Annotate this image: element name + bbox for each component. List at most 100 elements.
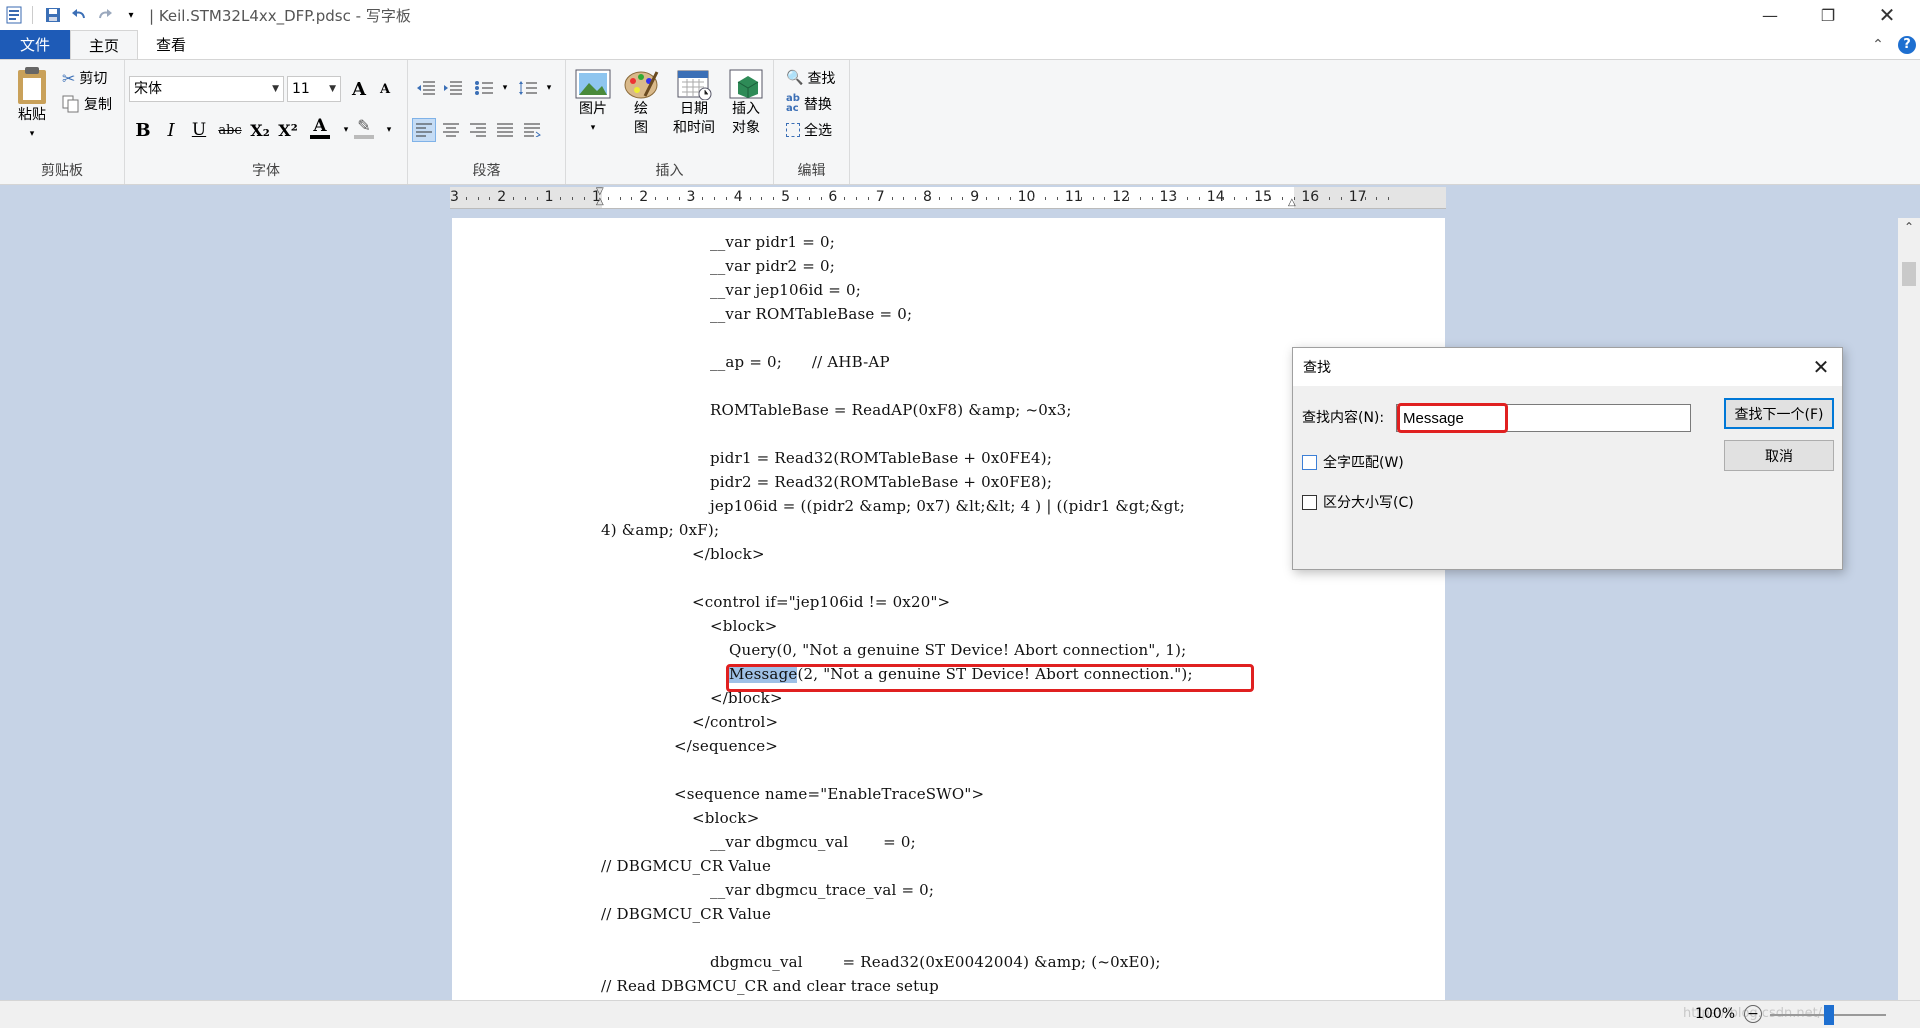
- code-line: <control if="jep106id != 0x20">: [692, 593, 951, 611]
- superscript-button[interactable]: X²: [276, 118, 300, 142]
- ruler-tick: [844, 197, 846, 200]
- ruler-number: 1: [544, 189, 554, 205]
- code-line: // Read DBGMCU_CR and clear trace setup: [601, 977, 939, 995]
- find-dialog-close-icon[interactable]: ✕: [1808, 354, 1834, 380]
- ruler-tick: [465, 197, 467, 200]
- ruler-tick: [950, 197, 952, 200]
- tab-file[interactable]: 文件: [0, 30, 70, 59]
- zoom-level: 100%: [1695, 1006, 1736, 1022]
- paint-drawing-button[interactable]: 绘 图: [620, 68, 662, 138]
- bold-button[interactable]: B: [131, 118, 155, 142]
- document-page[interactable]: __var pidr1 = 0; __var pidr2 = 0; __var …: [452, 218, 1445, 1000]
- replace-button[interactable]: ab ac 替换: [786, 94, 832, 114]
- paragraph-settings-icon[interactable]: [520, 118, 544, 142]
- align-left-icon[interactable]: [412, 118, 436, 142]
- code-line: __ap = 0; // AHB-AP: [710, 353, 890, 371]
- tab-home[interactable]: 主页: [70, 30, 139, 59]
- justify-icon[interactable]: [493, 118, 517, 142]
- input-annotation-highlight: [1397, 403, 1508, 433]
- scrollbar-thumb[interactable]: [1902, 262, 1916, 286]
- font-color-button[interactable]: A: [308, 116, 332, 140]
- ruler-tick: [986, 197, 988, 200]
- copy-button[interactable]: 复制: [62, 94, 112, 114]
- picture-button[interactable]: 图片 ▾: [572, 68, 614, 138]
- replace-label: 替换: [803, 97, 832, 113]
- ruler-tick: [536, 197, 538, 200]
- find-button[interactable]: 🔍 查找: [786, 68, 835, 88]
- datetime-button[interactable]: 日期 和时间: [670, 68, 718, 138]
- find-next-button[interactable]: 查找下一个(F): [1724, 398, 1834, 429]
- status-bar: https://blog.csdn.net/... 100% −: [0, 1000, 1920, 1028]
- ruler-tick: [1340, 197, 1342, 200]
- ruler-tick: [867, 197, 869, 200]
- minimize-button[interactable]: —: [1745, 0, 1795, 30]
- paste-dropdown-icon[interactable]: ▾: [30, 125, 35, 144]
- subscript-button[interactable]: X₂: [248, 118, 272, 142]
- code-line: </block>: [692, 545, 765, 563]
- insert-object-icon: [729, 69, 763, 99]
- close-button[interactable]: ✕: [1862, 0, 1912, 30]
- font-size-select[interactable]: 11 ▼: [287, 76, 341, 102]
- decrease-indent-icon[interactable]: [414, 76, 438, 100]
- ruler-tick: [1317, 197, 1319, 200]
- font-group: 宋体 ▼ 11 ▼ A A B I U abc X₂ X² A ▾ ✎ ▾ 字体: [125, 60, 408, 184]
- title-bar: ▾ | Keil.STM32L4xx_DFP.pdsc - 写字板 — ❐ ✕: [0, 0, 1920, 30]
- scroll-up-icon[interactable]: ⌃: [1898, 220, 1920, 234]
- zoom-out-icon[interactable]: −: [1744, 1005, 1762, 1023]
- cancel-button[interactable]: 取消: [1724, 440, 1834, 471]
- ruler-tick: [1281, 197, 1283, 200]
- save-icon[interactable]: [41, 3, 65, 27]
- right-indent-marker-icon[interactable]: △: [1288, 197, 1296, 208]
- paste-button[interactable]: 粘贴 ▾: [10, 66, 54, 144]
- tab-view[interactable]: 查看: [138, 30, 204, 59]
- customize-toolbar-icon[interactable]: ▾: [119, 3, 143, 27]
- wordpad-app-icon[interactable]: [2, 3, 26, 27]
- ruler-tick: [584, 197, 586, 200]
- select-all-label: 全选: [804, 123, 832, 139]
- zoom-slider-thumb[interactable]: [1824, 1005, 1834, 1025]
- binoculars-icon: 🔍: [786, 70, 804, 86]
- ruler-tick: [796, 197, 798, 200]
- code-line: __var dbgmcu_val = 0;: [710, 833, 916, 851]
- shrink-font-button[interactable]: A: [373, 77, 397, 101]
- indent-marker-icon[interactable]: ▽ △: [596, 187, 604, 207]
- italic-button[interactable]: I: [159, 118, 183, 142]
- collapse-ribbon-icon[interactable]: ⌃: [1868, 37, 1888, 53]
- insert-group-label: 插入: [655, 163, 684, 179]
- increase-indent-icon[interactable]: [441, 76, 465, 100]
- match-case-checkbox[interactable]: 区分大小写(C): [1302, 492, 1414, 512]
- line-spacing-dropdown-icon[interactable]: ▾: [537, 76, 561, 100]
- underline-button[interactable]: U: [187, 118, 211, 142]
- whole-word-checkbox[interactable]: 全字匹配(W): [1302, 452, 1404, 472]
- insert-object-button[interactable]: 插入 对象: [724, 68, 768, 138]
- ruler-number: 7: [875, 189, 885, 205]
- select-all-button[interactable]: 全选: [786, 120, 832, 140]
- restore-button[interactable]: ❐: [1803, 0, 1853, 30]
- align-right-icon[interactable]: [466, 118, 490, 142]
- highlight-button[interactable]: ✎: [352, 116, 376, 140]
- ruler-tick: [1092, 197, 1094, 200]
- bullet-dropdown-icon[interactable]: ▾: [493, 76, 517, 100]
- align-center-icon[interactable]: [439, 118, 463, 142]
- ruler-tick: [1329, 197, 1331, 200]
- cut-button[interactable]: ✂ 剪切: [62, 68, 107, 88]
- replace-icon: ab ac: [786, 93, 800, 114]
- ruler-tick: [1104, 197, 1106, 200]
- ruler-tick: [1376, 197, 1378, 200]
- ruler-tick: [631, 197, 633, 200]
- highlight-dropdown-icon[interactable]: ▾: [377, 118, 401, 142]
- grow-font-button[interactable]: A: [347, 77, 371, 101]
- redo-icon[interactable]: [93, 3, 117, 27]
- font-family-select[interactable]: 宋体 ▼: [129, 76, 284, 102]
- code-line: </control>: [692, 713, 779, 731]
- vertical-scrollbar[interactable]: ⌃: [1898, 218, 1920, 1000]
- ruler-tick: [938, 197, 940, 200]
- whole-word-label: 全字匹配(W): [1323, 455, 1404, 471]
- code-line: </sequence>: [674, 737, 779, 755]
- strikethrough-button[interactable]: abc: [215, 118, 245, 142]
- ruler[interactable]: 3 2 1 1 2 3 4 5 6 7 8 9 10 11 12 13 14 15 16 17 ▽ △ △: [450, 187, 1446, 209]
- help-icon[interactable]: ?: [1898, 35, 1916, 54]
- ruler-tick: [773, 197, 775, 200]
- ruler-tick: [1388, 197, 1390, 200]
- undo-icon[interactable]: [67, 3, 91, 27]
